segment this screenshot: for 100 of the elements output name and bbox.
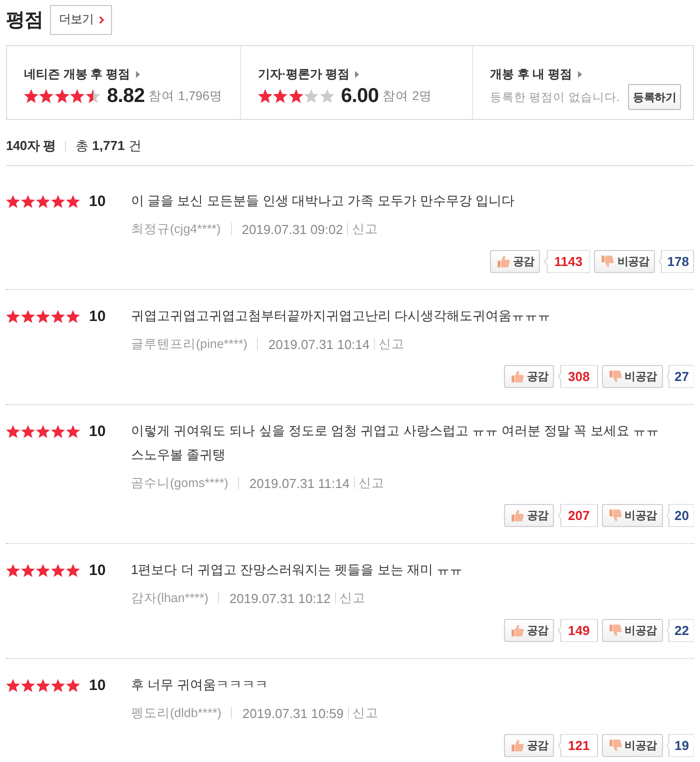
- review-text: 이 글을 보신 모든분들 인생 대박나고 가족 모두가 만수무강 입니다: [131, 192, 516, 210]
- rating-category-link[interactable]: 기자·평론가 평점: [258, 66, 360, 82]
- caret-right-icon: [355, 71, 360, 78]
- star-icon: [51, 424, 65, 438]
- star-icon: [273, 89, 288, 103]
- review-score: 10: [89, 308, 106, 324]
- dislike-button[interactable]: 비공감: [602, 365, 663, 388]
- average-score: 6.00: [340, 84, 379, 108]
- thumbs-down-icon: [608, 624, 622, 637]
- star-icon: [6, 564, 20, 576]
- star-icon: [66, 310, 80, 322]
- dislike-button[interactable]: 비공감: [602, 734, 663, 757]
- caret-right-icon: [578, 71, 582, 78]
- like-count: 308: [558, 365, 598, 388]
- thumbs-down-icon: [608, 739, 622, 752]
- thumbs-down-icon: [601, 255, 614, 268]
- thumbs-up-icon: [497, 255, 510, 268]
- author-name: 글루텐프리(pine****): [131, 336, 248, 352]
- star-icon: [21, 310, 35, 322]
- author-name: 곰수니(goms****): [131, 474, 228, 492]
- register-button[interactable]: 등록하기: [628, 84, 681, 110]
- caret-right-icon: [136, 71, 140, 78]
- like-count: 149: [558, 619, 598, 642]
- review-date: 2019.07.31 10:12: [229, 590, 331, 606]
- empty-message: 등록한 평점이 없습니다.: [490, 90, 620, 104]
- star-icon: [304, 89, 319, 103]
- more-button[interactable]: 더보기: [50, 4, 112, 34]
- star-icon: [66, 424, 80, 438]
- participant-count: 참여 2명: [382, 88, 432, 104]
- review-score: 10: [89, 422, 106, 440]
- review-date: 2019.07.31 11:14: [249, 476, 350, 490]
- star-icon: [21, 678, 35, 692]
- participant-count: 참여 1,796명: [148, 88, 222, 104]
- dislike-count: 178: [659, 250, 694, 273]
- dislike-count: 20: [666, 504, 694, 527]
- review-text: 1편보다 더 귀엽고 잔망스러워지는 펫들을 보는 재미 ㅠㅠ: [131, 561, 464, 579]
- thumbs-up-icon: [510, 739, 524, 752]
- like-count: 207: [558, 504, 598, 527]
- chevron-right-icon: [98, 16, 104, 24]
- thumbs-up-icon: [510, 624, 524, 637]
- review-text: 귀엽고귀엽고귀엽고첨부터끝까지귀엽고난리 다시생각해도귀여움ㅠㅠㅠ: [131, 307, 552, 325]
- like-button[interactable]: 공감: [504, 619, 554, 642]
- section-title: 평점: [6, 8, 43, 32]
- star-icon: [70, 89, 85, 103]
- star-icon: [51, 310, 65, 322]
- review-text: 이렇게 귀여워도 되나 싶을 정도로 엄청 귀엽고 사랑스럽고 ㅠㅠ 여러분 정말 꼭 보세요 ㅠㅠ 스노우볼 졸귀탱: [131, 422, 660, 464]
- rating-category-link[interactable]: 개봉 후 내 평점: [490, 66, 582, 82]
- star-icon: [21, 424, 35, 438]
- author-name: 최정규(cjg4****): [131, 220, 221, 238]
- rating-category-link[interactable]: 네티즌 개봉 후 평점: [24, 66, 140, 82]
- star-icon: [258, 89, 272, 103]
- star-icon: [24, 89, 38, 103]
- thumbs-down-icon: [608, 509, 622, 522]
- star-icon: [51, 194, 65, 208]
- dislike-button[interactable]: 비공감: [602, 619, 663, 642]
- like-button[interactable]: 공감: [504, 365, 554, 388]
- star-icon: [39, 89, 54, 103]
- author-name: 펭도리(dldb****): [131, 704, 222, 722]
- like-count: 121: [558, 734, 598, 757]
- dislike-count: 27: [666, 365, 694, 388]
- total-count: 총 1,771 건: [76, 137, 142, 155]
- thumbs-down-icon: [608, 370, 622, 383]
- dislike-button[interactable]: 비공감: [602, 504, 663, 527]
- review-score: 10: [89, 562, 106, 578]
- like-button[interactable]: 공감: [490, 250, 540, 273]
- star-icon: [36, 310, 50, 322]
- thumbs-up-icon: [510, 509, 524, 522]
- average-score: 8.82: [106, 84, 145, 108]
- thumbs-up-icon: [510, 370, 524, 383]
- star-icon: [66, 678, 80, 692]
- author-name: 감자(lhan****): [131, 590, 208, 606]
- star-icon: [51, 678, 65, 692]
- dislike-count: 22: [666, 619, 694, 642]
- star-icon: [6, 194, 20, 208]
- star-icon: [66, 194, 80, 208]
- like-count: 1143: [544, 250, 590, 273]
- like-button[interactable]: 공감: [504, 734, 554, 757]
- like-button[interactable]: 공감: [504, 504, 554, 527]
- star-icon: [36, 424, 50, 438]
- star-icon: [86, 89, 100, 103]
- dislike-button[interactable]: 비공감: [594, 250, 656, 273]
- star-icon: [320, 89, 334, 103]
- star-icon: [36, 194, 50, 208]
- dislike-count: 19: [666, 734, 694, 757]
- review-date: 2019.07.31 10:14: [268, 336, 370, 352]
- star-icon: [6, 678, 20, 692]
- review-text: 후 너무 귀여움ㅋㅋㅋㅋ: [131, 676, 270, 694]
- review-score: 10: [89, 676, 106, 694]
- star-icon: [51, 564, 65, 576]
- star-icon: [21, 194, 35, 208]
- review-score: 10: [89, 192, 106, 210]
- star-icon: [21, 564, 35, 576]
- star-icon: [6, 310, 20, 322]
- star-icon: [36, 678, 50, 692]
- review-list-title: 140자 평: [6, 137, 56, 155]
- star-icon: [6, 424, 20, 438]
- review-date: 2019.07.31 09:02: [242, 222, 343, 236]
- star-icon: [54, 89, 70, 103]
- star-icon: [66, 564, 80, 576]
- star-icon: [36, 564, 50, 576]
